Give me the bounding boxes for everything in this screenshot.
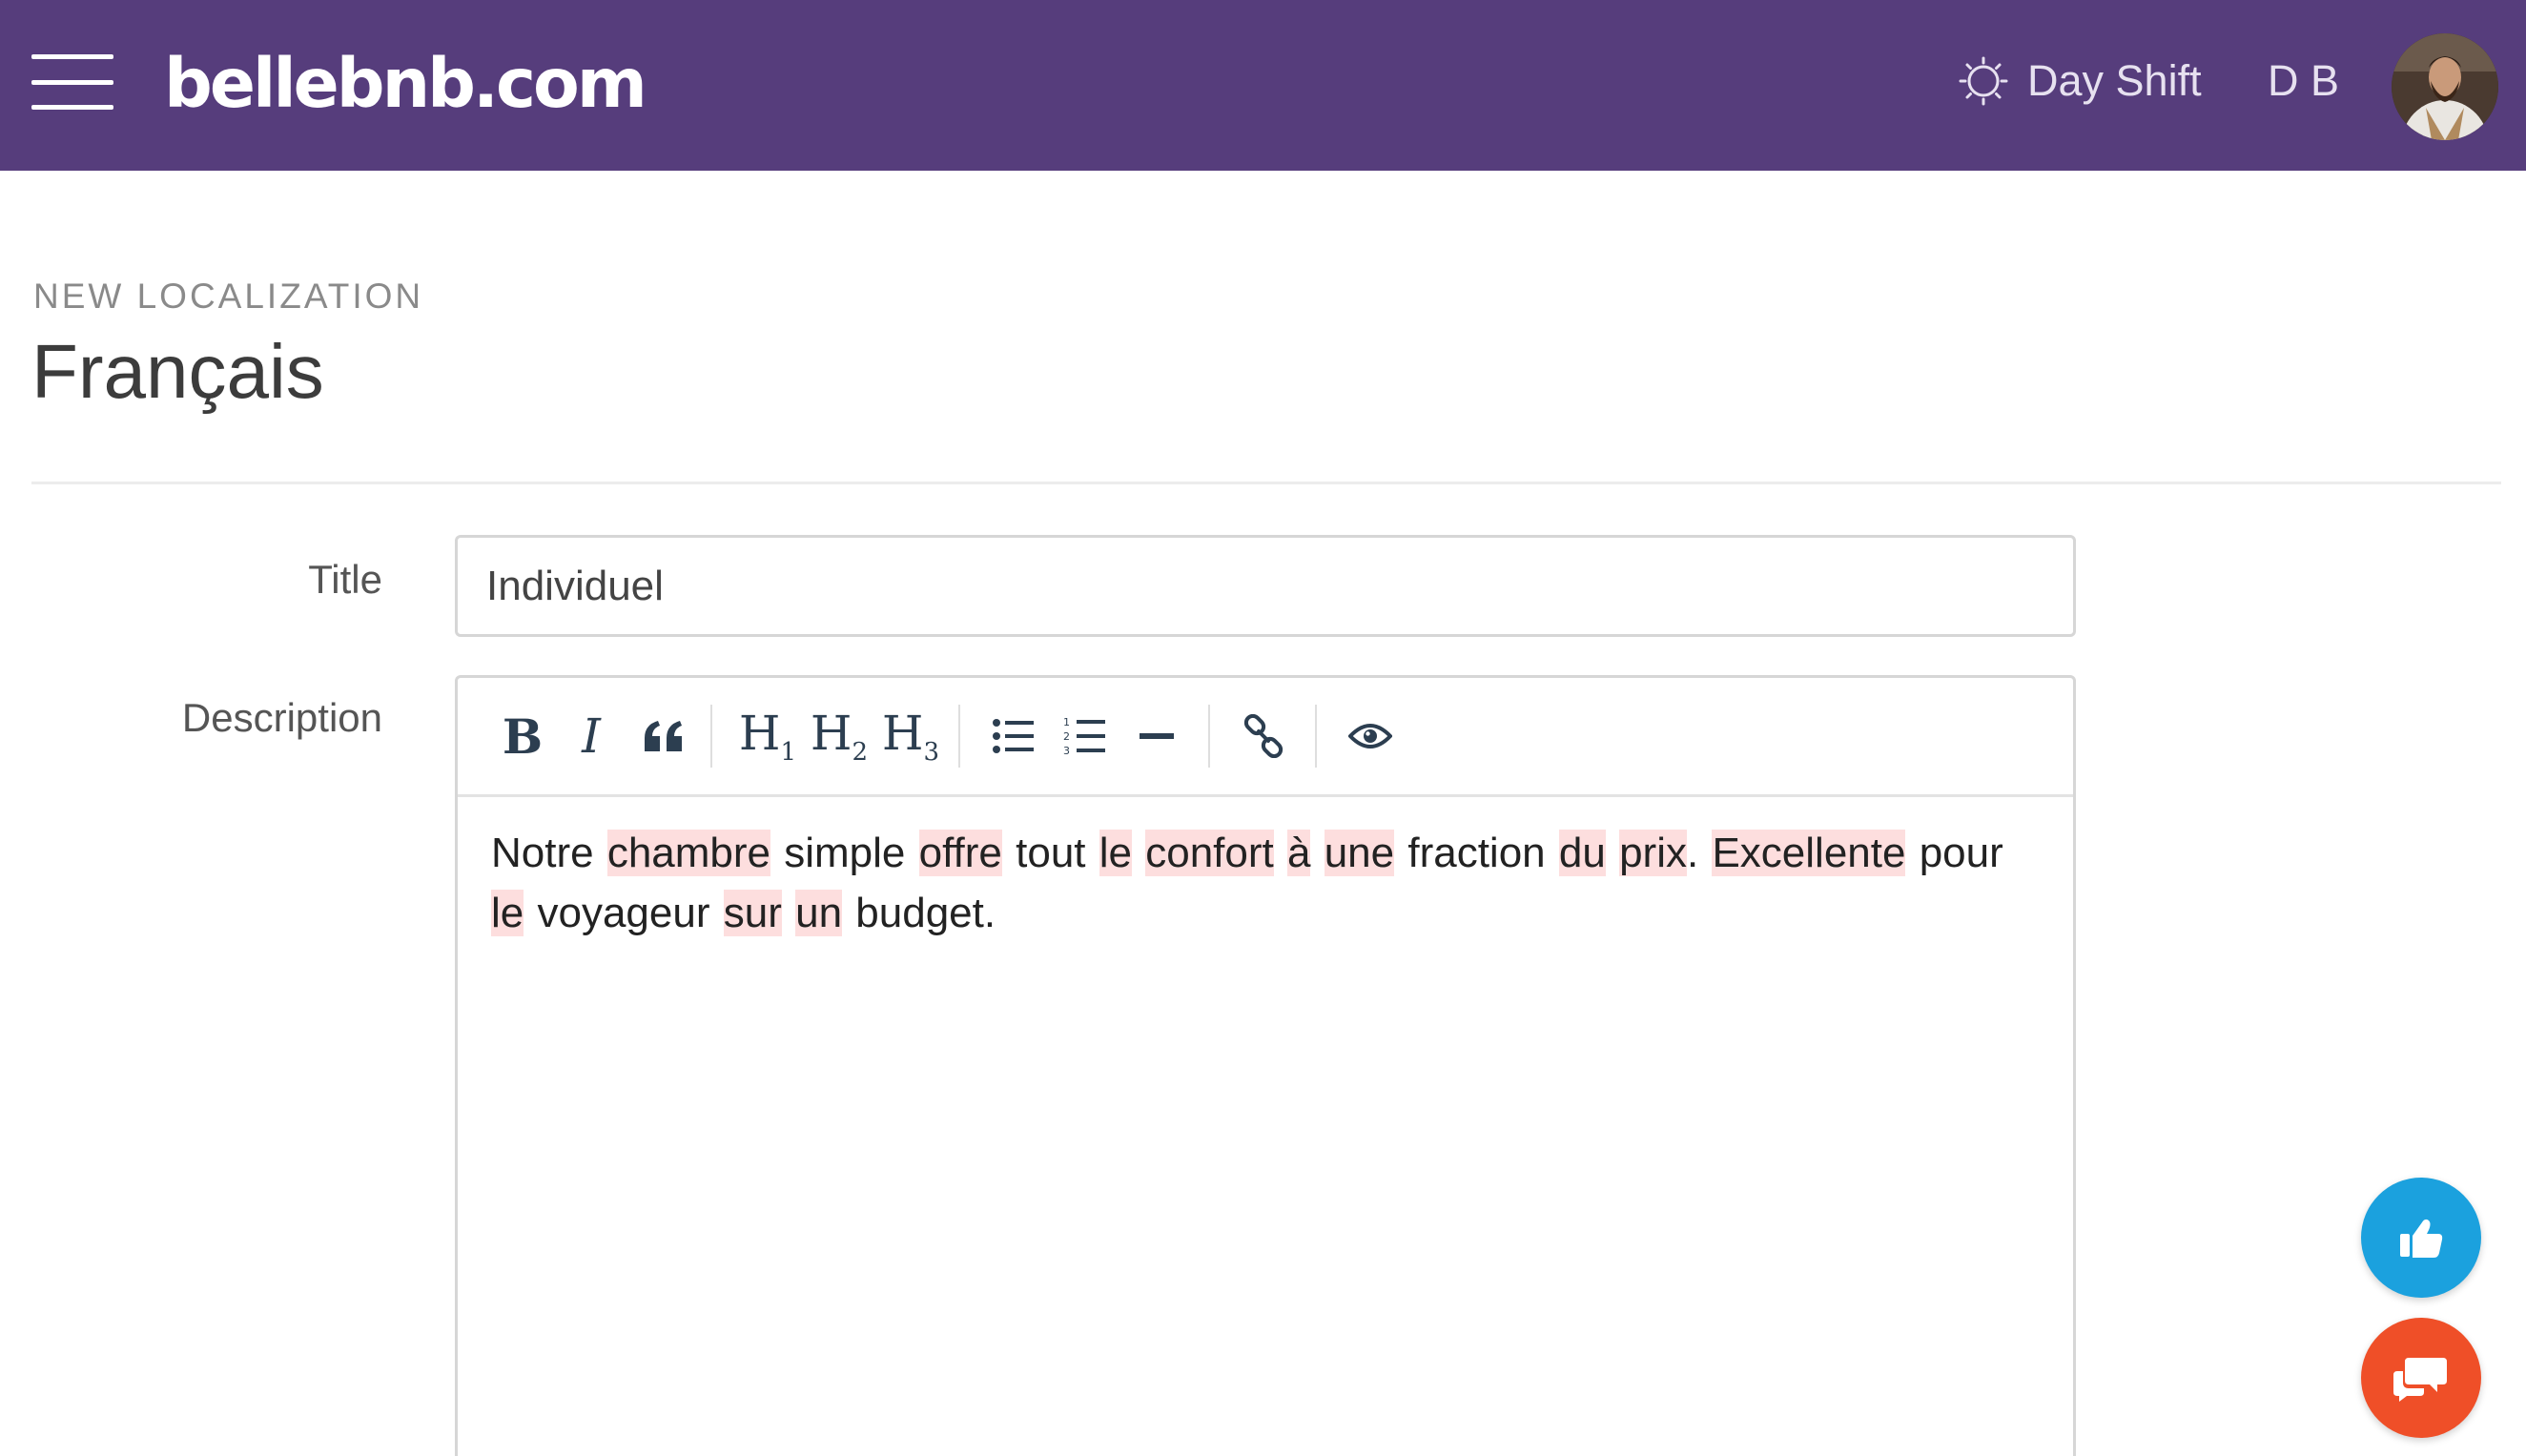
unordered-list-icon[interactable]	[982, 707, 1045, 766]
brand-logo[interactable]: bellebnb.com	[164, 36, 647, 132]
word: budget.	[855, 890, 996, 936]
highlighted-word: le	[491, 890, 524, 936]
like-fab-button[interactable]	[2361, 1178, 2481, 1298]
preview-eye-glyph	[1348, 724, 1392, 749]
avatar-image	[2392, 33, 2498, 140]
heading-3-glyph: H3	[881, 706, 940, 767]
word: simple	[784, 830, 906, 876]
top-navbar: bellebnb.com Day Shift D B	[0, 0, 2526, 171]
editor-toolbar: B I H1 H2 H3 1 2 3	[458, 678, 2073, 797]
page-title: Français	[31, 329, 324, 414]
app-root: bellebnb.com Day Shift D B NEW LOCALIZAT…	[0, 0, 2526, 1456]
italic-glyph: I	[582, 708, 601, 764]
heading-2-icon[interactable]: H2	[806, 706, 873, 767]
quote-glyph	[645, 721, 682, 751]
highlighted-word: prix	[1619, 830, 1687, 876]
svg-text:3: 3	[1063, 745, 1070, 757]
highlighted-word: confort	[1145, 830, 1274, 876]
markdown-editor: B I H1 H2 H3 1 2 3 Notre chambre simple …	[455, 675, 2076, 1456]
chat-fab-button[interactable]	[2361, 1318, 2481, 1438]
svg-text:2: 2	[1063, 730, 1070, 743]
unordered-list-glyph	[993, 719, 1034, 753]
italic-icon[interactable]: I	[563, 707, 620, 766]
quote-icon[interactable]	[632, 707, 695, 766]
word: voyageur	[537, 890, 710, 936]
toolbar-separator	[1208, 705, 1210, 768]
highlighted-word: sur	[723, 890, 782, 936]
highlighted-word: offre	[918, 830, 1002, 876]
link-icon[interactable]	[1230, 707, 1297, 766]
toolbar-separator	[710, 705, 712, 768]
ordered-list-icon[interactable]: 1 2 3	[1054, 707, 1117, 766]
ordered-list-glyph: 1 2 3	[1063, 716, 1105, 757]
toolbar-separator	[958, 705, 960, 768]
hamburger-menu-icon[interactable]	[31, 54, 113, 110]
shift-toggle[interactable]: Day Shift	[1959, 48, 2202, 114]
user-initials[interactable]: D B	[2268, 48, 2339, 114]
highlighted-word: à	[1286, 830, 1311, 876]
highlighted-word: chambre	[606, 830, 771, 876]
highlighted-word: Excellente	[1712, 830, 1906, 876]
title-label: Title	[308, 557, 382, 602]
shift-label: Day Shift	[2027, 56, 2202, 105]
highlighted-word: une	[1324, 830, 1395, 876]
chat-bubbles-icon	[2393, 1358, 2447, 1402]
sun-icon	[1959, 56, 2008, 106]
preview-eye-icon[interactable]	[1335, 707, 1406, 766]
horizontal-rule-icon[interactable]	[1125, 707, 1188, 766]
highlighted-word: le	[1099, 830, 1132, 876]
word: Notre	[491, 830, 594, 876]
toolbar-separator	[1315, 705, 1317, 768]
link-glyph	[1243, 714, 1284, 758]
word: tout	[1016, 830, 1086, 876]
description-text[interactable]: Notre chambre simple offre tout le confo…	[491, 823, 2045, 943]
page-kicker: NEW LOCALIZATION	[33, 277, 424, 316]
word: pour	[1919, 830, 2003, 876]
title-input[interactable]	[455, 535, 2076, 637]
svg-text:1: 1	[1063, 716, 1070, 728]
highlighted-word: du	[1558, 830, 1606, 876]
avatar[interactable]	[2392, 33, 2498, 140]
bold-glyph: B	[502, 707, 544, 765]
description-label: Description	[181, 695, 382, 740]
highlighted-word: un	[795, 890, 843, 936]
heading-3-icon[interactable]: H3	[877, 706, 944, 767]
heading-1-glyph: H1	[738, 706, 797, 767]
horizontal-rule-glyph	[1140, 733, 1174, 739]
bold-icon[interactable]: B	[494, 707, 551, 766]
heading-2-glyph: H2	[810, 706, 869, 767]
thumbs-up-icon	[2400, 1219, 2443, 1258]
word: .	[1686, 830, 1699, 876]
word: fraction	[1407, 830, 1546, 876]
heading-1-icon[interactable]: H1	[734, 706, 801, 767]
header-divider	[31, 482, 2501, 484]
